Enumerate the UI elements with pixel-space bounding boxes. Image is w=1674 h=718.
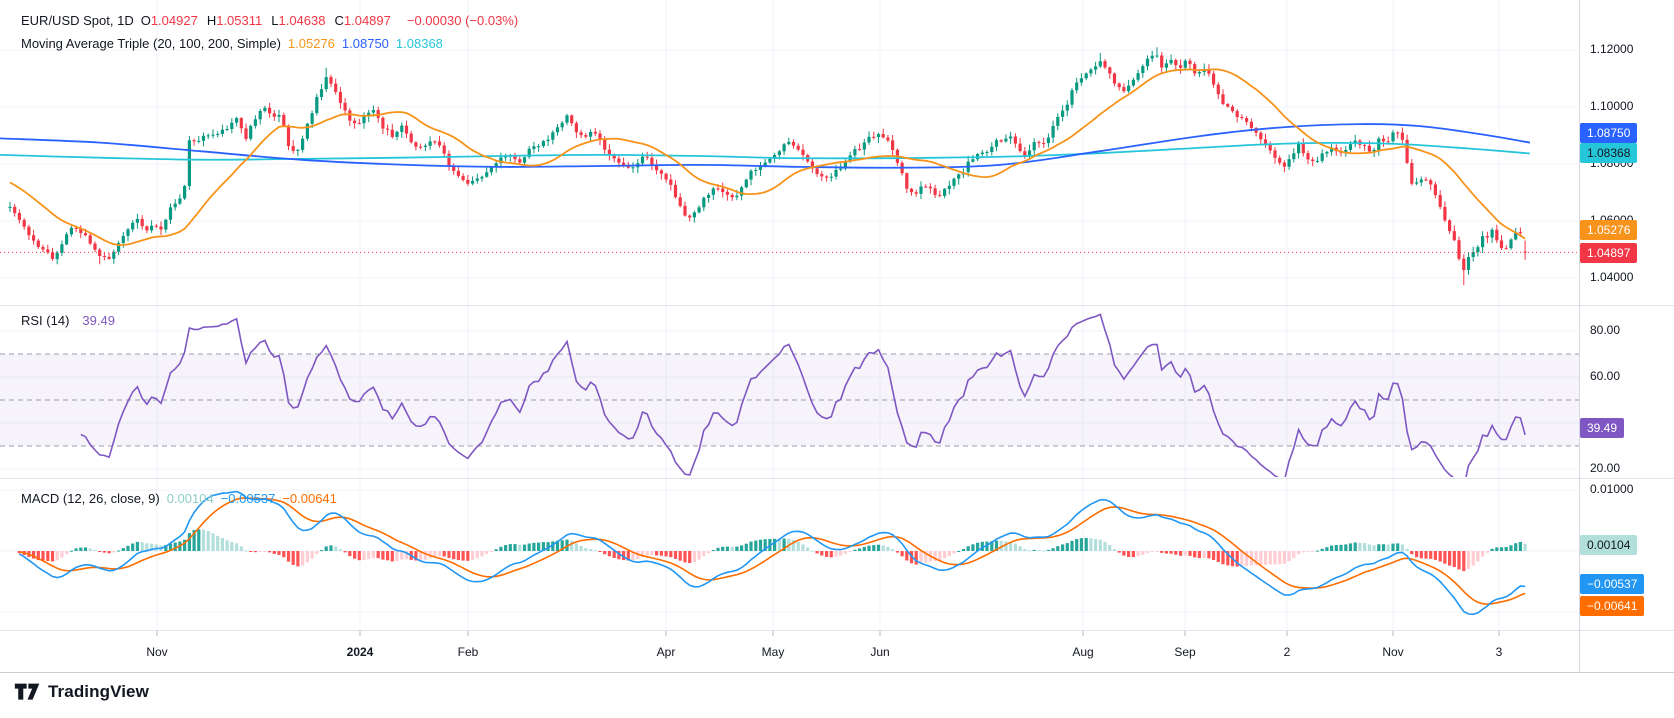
time-label-Nov-9: Nov <box>1382 645 1404 659</box>
pane-divider-macd-axis <box>0 630 1674 631</box>
axis-badge-1.04897: 1.04897 <box>1580 243 1638 263</box>
price-scale-border <box>1579 0 1580 672</box>
ohlc-values: O1.04927 H1.05311 L1.04638 C1.04897 <box>141 13 400 28</box>
main-legend-row: EUR/USD Spot, 1D O1.04927 H1.05311 L1.04638… <box>21 13 525 28</box>
ma-values: 1.05276 1.08750 1.08368 <box>288 36 450 51</box>
ma-value-2: 1.08368 <box>395 36 443 51</box>
time-label-2-8: 2 <box>1283 645 1291 659</box>
time-label-Sep-7: Sep <box>1174 645 1196 659</box>
rsi-tick-80.00: 80.00 <box>1590 323 1621 337</box>
time-label-Aug-6: Aug <box>1072 645 1094 659</box>
rsi-band <box>0 353 1579 447</box>
tradingview-chart-window: EUR/USD Spot, 1D O1.04927 H1.05311 L1.04638… <box>0 0 1674 718</box>
price-tick-1.04000: 1.04000 <box>1590 270 1634 284</box>
macd-value-2: −0.00641 <box>282 491 337 506</box>
ma-legend-row: Moving Average Triple (20, 100, 200, Sim… <box>21 36 457 51</box>
ohlc-c: C1.04897 <box>334 13 391 28</box>
tradingview-logo-icon <box>14 683 40 700</box>
time-label-2024-1: 2024 <box>346 645 374 659</box>
time-label-3-10: 3 <box>1495 645 1503 659</box>
change-value: −0.00030 (−0.03%) <box>406 13 519 28</box>
ohlc-l: L1.04638 <box>271 13 326 28</box>
pane-divider-rsi-macd[interactable] <box>0 478 1674 479</box>
time-label-Feb-2: Feb <box>457 645 479 659</box>
axis-badge-0.00537: −0.00537 <box>1580 574 1645 594</box>
ohlc-h: H1.05311 <box>206 13 263 28</box>
sma200-line <box>0 141 1531 161</box>
ma-indicator-label[interactable]: Moving Average Triple (20, 100, 200, Sim… <box>21 36 281 51</box>
macd-value-0: 0.00104 <box>166 491 214 506</box>
macd-value-1: −0.00537 <box>220 491 276 506</box>
macd-histogram <box>17 529 1527 572</box>
axis-badge-1.08750: 1.08750 <box>1580 123 1638 143</box>
axis-badge-1.08368: 1.08368 <box>1580 143 1638 163</box>
macd-indicator-label[interactable]: MACD (12, 26, close, 9) <box>21 491 160 506</box>
chart-canvas[interactable] <box>0 0 1674 718</box>
pane-divider-main-rsi[interactable] <box>0 305 1674 306</box>
price-tick-1.10000: 1.10000 <box>1590 99 1634 113</box>
rsi-value: 39.49 <box>82 313 115 328</box>
price-pane <box>0 47 1531 286</box>
time-scale-border <box>0 672 1674 673</box>
time-label-May-4: May <box>761 645 785 659</box>
ma-value-0: 1.05276 <box>287 36 335 51</box>
ma-value-1: 1.08750 <box>341 36 389 51</box>
rsi-tick-20.00: 20.00 <box>1590 461 1621 475</box>
ohlc-o: O1.04927 <box>140 13 198 28</box>
time-label-Nov-0: Nov <box>146 645 168 659</box>
symbol-title[interactable]: EUR/USD Spot, 1D <box>21 13 134 28</box>
rsi-tick-60.00: 60.00 <box>1590 369 1621 383</box>
axis-badge-39.49: 39.49 <box>1580 418 1625 438</box>
macd-legend-row: MACD (12, 26, close, 9) 0.00104 −0.00537 −0… <box>21 491 351 506</box>
rsi-legend-row: RSI (14) 39.49 <box>21 313 122 328</box>
axis-badge-0.00641: −0.00641 <box>1580 596 1645 616</box>
axis-badge-1.05276: 1.05276 <box>1580 220 1638 240</box>
time-label-Apr-3: Apr <box>656 645 676 659</box>
brand-name: TradingView <box>48 682 149 701</box>
macd-pane <box>17 490 1527 616</box>
price-tick-1.12000: 1.12000 <box>1590 42 1634 56</box>
macd-tick-0.01000: 0.01000 <box>1590 482 1634 496</box>
axis-badge-0.00104: 0.00104 <box>1580 535 1638 555</box>
tradingview-branding[interactable]: TradingView <box>14 681 149 703</box>
macd-values: 0.00104 −0.00537 −0.00641 <box>167 491 344 506</box>
time-label-Jun-5: Jun <box>870 645 890 659</box>
rsi-indicator-label[interactable]: RSI (14) <box>21 313 69 328</box>
